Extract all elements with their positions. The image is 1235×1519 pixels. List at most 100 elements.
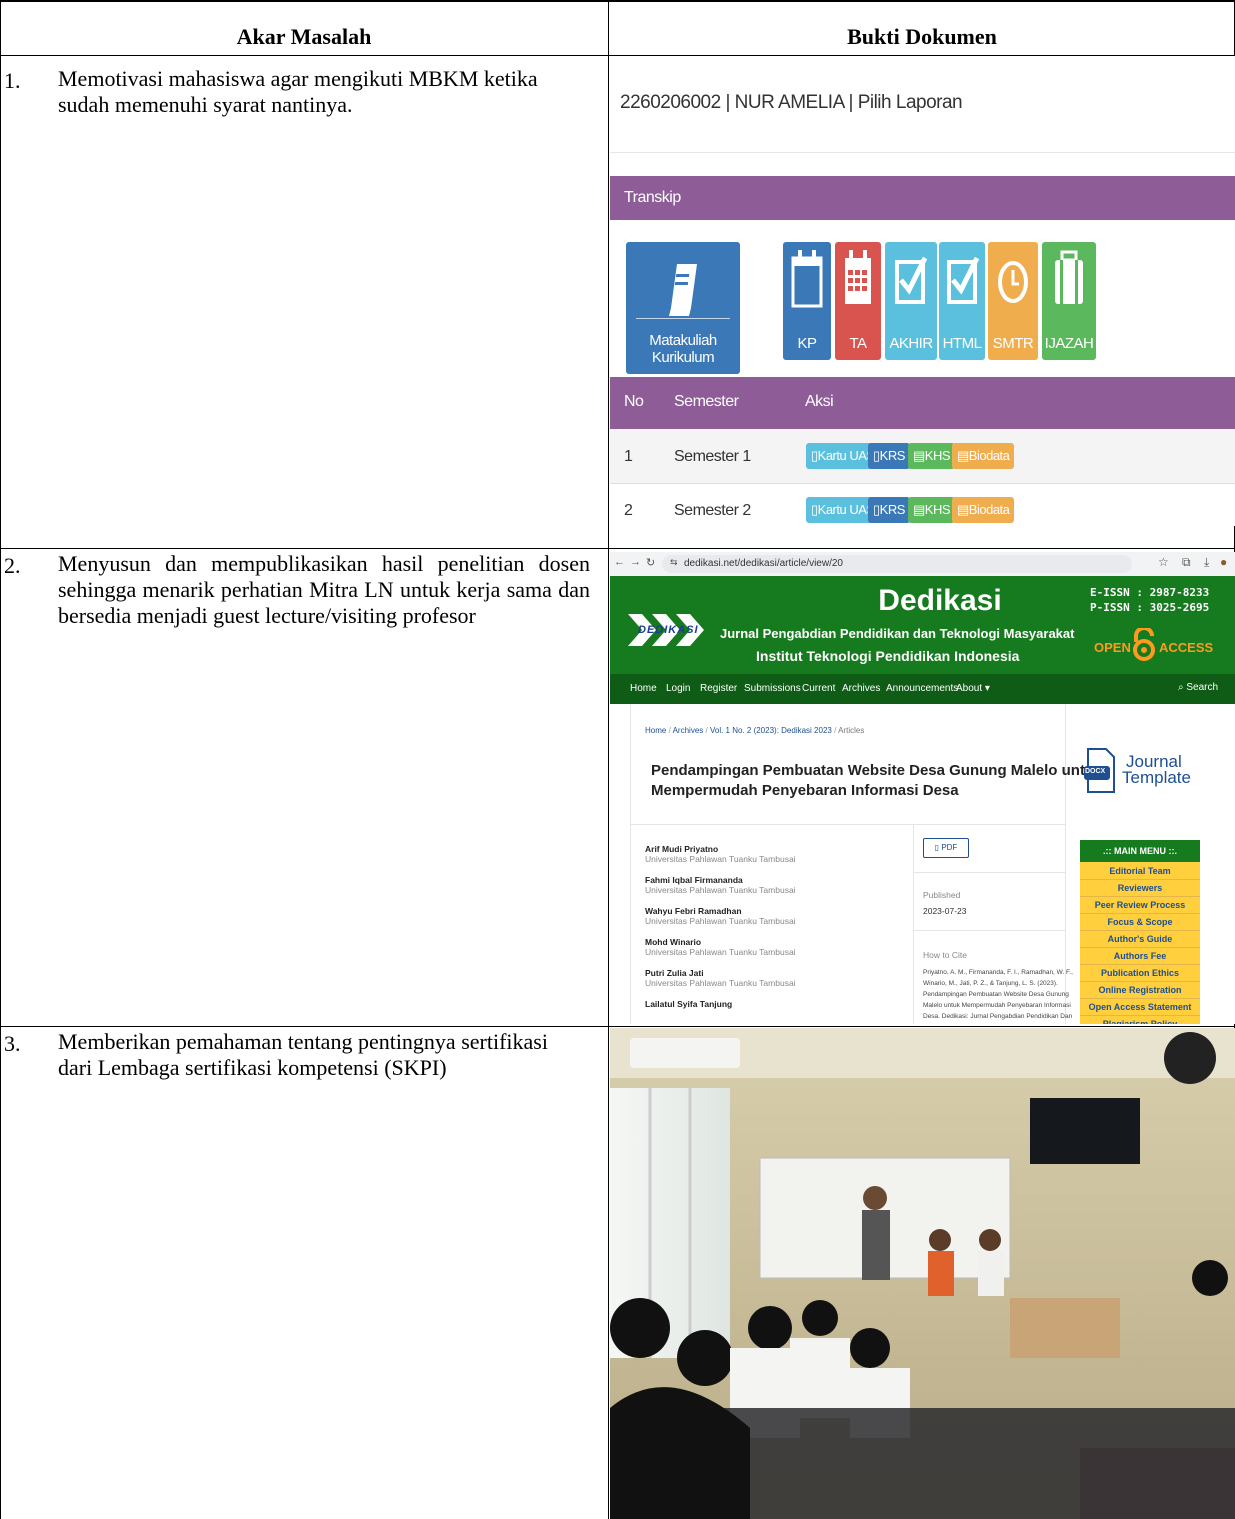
journal-template-link[interactable]: DOCX Journal Template: [1084, 748, 1191, 799]
journal-banner: DEDIKASI Dedikasi Jurnal Pengabdian Pend…: [610, 576, 1235, 674]
row-text: Menyusun dan mempublikasikan hasil penel…: [58, 551, 590, 628]
author-item: Fahmi Iqbal Firmananda Universitas Pahlaw…: [645, 875, 796, 895]
eissn: E-ISSN : 2987-8233: [1090, 586, 1210, 599]
menu-plagiarism[interactable]: Plagiarism Policy: [1080, 1016, 1200, 1024]
checkbox-icon: [947, 256, 979, 304]
nav-submissions[interactable]: Submissions: [744, 683, 801, 694]
tile-akhir[interactable]: AKHIR: [885, 242, 937, 360]
nav-current[interactable]: Current: [802, 683, 835, 694]
screenshot-journal: ← → ↻ ⇆ dedikasi.net/dedikasi/article/vi…: [610, 552, 1235, 1024]
air-conditioner: [630, 1038, 740, 1068]
published-date: 2023-07-23: [923, 906, 967, 916]
nav-register[interactable]: Register: [700, 683, 737, 694]
biodata-button[interactable]: ▤Biodata: [952, 443, 1015, 469]
suitcase-icon: [1055, 250, 1083, 304]
download-icon[interactable]: ⤓: [1204, 555, 1209, 570]
reload-icon[interactable]: ↻: [646, 556, 655, 569]
photo-seminar: [610, 1028, 1235, 1519]
author-item: Arif Mudi Priyatno Universitas Pahlawan T…: [645, 844, 796, 864]
author-list: Arif Mudi Priyatno Universitas Pahlawan T…: [645, 844, 796, 1009]
row-no: 2: [624, 502, 633, 519]
author-item: Wahyu Febri Ramadhan Universitas Pahlawan…: [645, 906, 796, 926]
file-icon: ▤: [957, 448, 969, 463]
published-label: Published: [923, 890, 961, 900]
author-item: Mohd Winario Universitas Pahlawan Tuanku …: [645, 937, 796, 957]
menu-authors-guide[interactable]: Author's Guide: [1080, 931, 1200, 948]
nav-announcements[interactable]: Announcements: [886, 683, 958, 694]
menu-focus-scope[interactable]: Focus & Scope: [1080, 914, 1200, 931]
menu-peer-review[interactable]: Peer Review Process: [1080, 897, 1200, 914]
nav-home[interactable]: Home: [630, 683, 657, 694]
search-link[interactable]: ⌕ Search: [1178, 682, 1218, 693]
article-panel: Home / Archives / Vol. 1 No. 2 (2023): D…: [630, 704, 1102, 1024]
address-bar[interactable]: ⇆ dedikasi.net/dedikasi/article/view/20: [662, 555, 1132, 573]
semester-table-header: No Semester Aksi: [610, 377, 1235, 429]
row-text: Memberikan pemahaman tentang pentingnya …: [58, 1029, 548, 1080]
tile-smtr[interactable]: SMTR: [988, 242, 1038, 360]
row-semester: Semester 1: [674, 448, 751, 465]
cite-label: How to Cite: [923, 950, 967, 960]
nav-login[interactable]: Login: [666, 683, 690, 694]
open-access-icon: [1133, 628, 1155, 661]
screenshot-transkip: 2260206002 | NUR AMELIA | Pilih Laporan …: [610, 56, 1235, 526]
menu-online-registration[interactable]: Online Registration: [1080, 982, 1200, 999]
breadcrumb: Home / Archives / Vol. 1 No. 2 (2023): D…: [645, 726, 865, 735]
file-icon: ▯: [873, 502, 880, 517]
nav-archives[interactable]: Archives: [842, 683, 880, 694]
khs-button[interactable]: ▤KHS: [908, 443, 956, 469]
main-menu-title: .:: MAIN MENU ::.: [1080, 840, 1200, 862]
biodata-button[interactable]: ▤Biodata: [952, 497, 1015, 523]
row-no: 1: [624, 448, 633, 465]
television: [1030, 1098, 1140, 1164]
header-akar-masalah: Akar Masalah: [236, 24, 372, 49]
desk: [1010, 1298, 1120, 1358]
profile-icon[interactable]: ●: [1220, 555, 1227, 569]
open-label: OPEN: [1094, 640, 1131, 655]
main-menu: .:: MAIN MENU ::. Editorial Team Reviewe…: [1080, 840, 1200, 1024]
pdf-button[interactable]: ▯ PDF: [923, 838, 969, 858]
menu-authors-fee[interactable]: Authors Fee: [1080, 948, 1200, 965]
student-heading: 2260206002 | NUR AMELIA | Pilih Laporan: [620, 92, 963, 113]
file-icon: ▯: [811, 448, 818, 463]
bookmark-icon[interactable]: ☆: [1158, 555, 1169, 569]
file-icon: ▯: [873, 448, 880, 463]
tile-matakuliah-kurikulum[interactable]: Matakuliah Kurikulum: [626, 242, 740, 374]
article-title-line-2: Mempermudah Penyebaran Informasi Desa: [651, 782, 959, 799]
tile-kp[interactable]: KP: [783, 242, 831, 360]
krs-button[interactable]: ▯KRS: [868, 443, 910, 469]
journal-title: Dedikasi: [878, 584, 1002, 617]
nav-about[interactable]: About ▾: [956, 683, 990, 694]
search-icon: ⌕: [1178, 682, 1184, 693]
back-icon[interactable]: ←: [614, 556, 625, 568]
tile-ijazah[interactable]: IJAZAH: [1042, 242, 1096, 360]
menu-editorial-team[interactable]: Editorial Team: [1080, 863, 1200, 880]
author-item: Putri Zulia Jati Universitas Pahlawan Tua…: [645, 968, 796, 988]
extensions-icon[interactable]: ⧉: [1182, 555, 1191, 570]
file-icon: ▤: [913, 448, 925, 463]
wall-fan: [1164, 1032, 1216, 1084]
menu-open-access[interactable]: Open Access Statement: [1080, 999, 1200, 1016]
tile-html[interactable]: HTML: [939, 242, 985, 360]
forward-icon[interactable]: →: [630, 556, 641, 568]
file-icon: ▤: [957, 502, 969, 517]
row-semester: Semester 2: [674, 502, 751, 519]
file-icon: ▤: [913, 502, 925, 517]
journal-logo: DEDIKASI: [628, 612, 712, 653]
krs-button[interactable]: ▯KRS: [868, 497, 910, 523]
journal-nav: Home Login Register Submissions Current …: [610, 674, 1235, 704]
calendar-icon: [791, 250, 823, 308]
institution-name: Institut Teknologi Pendidikan Indonesia: [756, 648, 1020, 664]
speaker-person: [862, 1210, 890, 1280]
menu-reviewers[interactable]: Reviewers: [1080, 880, 1200, 897]
site-info-icon[interactable]: ⇆: [670, 557, 678, 568]
khs-button[interactable]: ▤KHS: [908, 497, 956, 523]
menu-publication-ethics[interactable]: Publication Ethics: [1080, 965, 1200, 982]
classroom-photo: [610, 1028, 1235, 1519]
tile-ta[interactable]: TA: [835, 242, 881, 360]
section-bar: Transkip: [610, 176, 1235, 220]
row-number: 1.: [4, 68, 21, 93]
browser-toolbar: ← → ↻ ⇆ dedikasi.net/dedikasi/article/vi…: [610, 552, 1235, 576]
header-bukti-dokumen: Bukti Dokumen: [847, 24, 997, 49]
calendar-grid-icon: [845, 250, 871, 304]
journal-subtitle: Jurnal Pengabdian Pendidikan dan Teknolo…: [720, 626, 1075, 641]
